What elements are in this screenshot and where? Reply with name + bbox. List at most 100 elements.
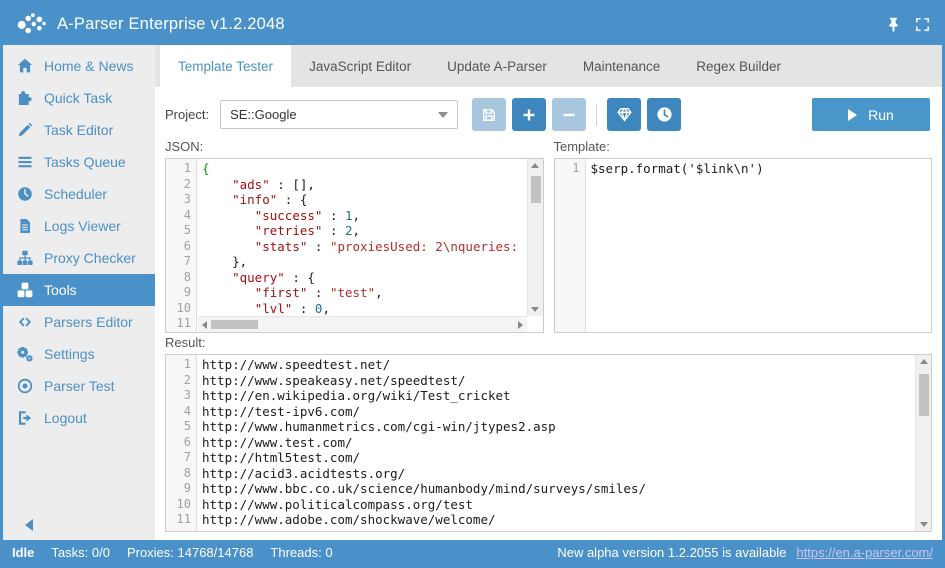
app-window: A-Parser Enterprise v1.2.2048 Home & New… (0, 0, 945, 568)
project-label: Project: (165, 107, 209, 122)
tab-javascript-editor[interactable]: JavaScript Editor (291, 45, 429, 87)
result-code-area[interactable]: http://www.speedtest.net/http://www.spea… (197, 355, 915, 531)
minus-icon (561, 107, 577, 123)
template-code-area[interactable]: $serp.format('$link\n') (586, 159, 932, 332)
code-line: "stats" : "proxiesUsed: 2\nqueries: 1\nr (202, 239, 527, 255)
run-button[interactable]: Run (812, 98, 930, 131)
scroll-down-arrow[interactable] (531, 307, 539, 312)
json-code-area[interactable]: { "ads" : [], "info" : { "success" : 1, … (197, 159, 527, 332)
line-number: 2 (166, 373, 191, 389)
json-editor-vscrollbar[interactable] (527, 159, 543, 316)
vscroll-thumb[interactable] (531, 176, 541, 203)
status-proxies: Proxies: 14768/14768 (127, 545, 253, 560)
sidebar-item-quick-task[interactable]: Quick Task (3, 82, 155, 114)
tab-template-tester[interactable]: Template Tester (160, 45, 291, 87)
chevron-down-icon (438, 112, 448, 118)
sidebar-item-label: Parsers Editor (44, 314, 133, 330)
sidebar-item-tasks-queue[interactable]: Tasks Queue (3, 146, 155, 178)
sidebar-item-settings[interactable]: Settings (3, 338, 155, 370)
sidebar-item-logout[interactable]: Logout (3, 402, 155, 434)
sitemap-icon (16, 250, 34, 266)
line-number: 10 (166, 497, 191, 513)
remove-project-button[interactable] (552, 98, 586, 131)
code-line: "lvl" : 0, (202, 301, 527, 317)
result-editor[interactable]: 1234567891011 http://www.speedtest.net/h… (165, 354, 932, 532)
code-line: http://www.bbc.co.uk/science/humanbody/m… (202, 481, 915, 497)
template-label: Template: (554, 139, 933, 154)
line-number: 6 (166, 239, 191, 255)
code-line: "ads" : [], (202, 177, 527, 193)
line-number: 10 (166, 301, 191, 317)
json-editor-hscrollbar[interactable] (198, 316, 527, 332)
code-line: http://acid3.acidtests.org/ (202, 466, 915, 482)
play-icon (848, 109, 857, 121)
gem-icon (616, 106, 633, 123)
tab-update-a-parser[interactable]: Update A-Parser (429, 45, 565, 87)
sidebar-collapse-button[interactable] (25, 519, 33, 531)
vscroll-thumb[interactable] (919, 374, 929, 416)
scroll-left-arrow[interactable] (202, 321, 207, 329)
sidebar-item-label: Scheduler (44, 186, 107, 202)
save-project-button[interactable] (472, 98, 506, 131)
code-line: "info" : { (202, 192, 527, 208)
gears-icon (16, 346, 34, 362)
scroll-up-arrow[interactable] (531, 163, 539, 168)
line-number: 11 (166, 316, 191, 332)
editors-row: JSON: 1234567891011 { "ads" : [], "info"… (165, 137, 932, 333)
sidebar-item-tools[interactable]: Tools (3, 274, 155, 306)
template-editor[interactable]: 1 $serp.format('$link\n') (554, 158, 933, 333)
file-icon (16, 218, 34, 234)
fullscreen-icon[interactable] (915, 17, 930, 32)
sidebar-item-logs-viewer[interactable]: Logs Viewer (3, 210, 155, 242)
line-number: 7 (166, 254, 191, 270)
pencil-icon (16, 122, 34, 138)
list-icon (16, 154, 34, 170)
status-tasks: Tasks: 0/0 (51, 545, 110, 560)
line-number: 4 (166, 404, 191, 420)
code-line: http://www.speedtest.net/ (202, 357, 915, 373)
tab-regex-builder[interactable]: Regex Builder (678, 45, 799, 87)
update-link[interactable]: https://en.a-parser.com/ (796, 545, 933, 560)
sidebar-item-parsers-editor[interactable]: Parsers Editor (3, 306, 155, 338)
result-vscrollbar[interactable] (915, 355, 931, 531)
line-number: 3 (166, 192, 191, 208)
sidebar-item-proxy-checker[interactable]: Proxy Checker (3, 242, 155, 274)
line-number: 8 (166, 270, 191, 286)
project-select[interactable]: SE::Google (220, 100, 458, 129)
clock-icon (16, 186, 34, 202)
sidebar-item-label: Tasks Queue (44, 154, 126, 170)
scroll-right-arrow[interactable] (518, 321, 523, 329)
scroll-up-arrow[interactable] (920, 359, 928, 364)
json-editor[interactable]: 1234567891011 { "ads" : [], "info" : { "… (165, 158, 544, 333)
logout-icon (16, 410, 34, 426)
sidebar-item-label: Logs Viewer (44, 218, 121, 234)
sidebar-item-task-editor[interactable]: Task Editor (3, 114, 155, 146)
history-button[interactable] (647, 98, 681, 131)
gem-button[interactable] (607, 98, 641, 131)
bullseye-icon (16, 378, 34, 394)
scroll-down-arrow[interactable] (920, 522, 928, 527)
run-button-label: Run (868, 107, 894, 123)
floppy-icon (481, 107, 497, 123)
tab-maintenance[interactable]: Maintenance (565, 45, 678, 87)
sidebar: Home & NewsQuick TaskTask Editor Tasks Qu… (3, 45, 155, 540)
json-label: JSON: (165, 139, 544, 154)
code-line: http://html5test.com/ (202, 450, 915, 466)
code-line: http://www.politicalcompass.org/test (202, 497, 915, 513)
content-area: Template TesterJavaScript EditorUpdate A… (155, 45, 942, 540)
hscroll-thumb[interactable] (211, 320, 258, 329)
pin-icon[interactable] (886, 17, 901, 32)
code-line: http://www.adobe.com/shockwave/welcome/ (202, 512, 915, 528)
line-number: 5 (166, 223, 191, 239)
line-number: 5 (166, 419, 191, 435)
toolbar: Project: SE::Google (165, 92, 932, 137)
main-area: Home & NewsQuick TaskTask Editor Tasks Qu… (3, 45, 942, 540)
add-project-button[interactable] (512, 98, 546, 131)
code-line: "query" : { (202, 270, 527, 286)
sidebar-item-parser-test[interactable]: Parser Test (3, 370, 155, 402)
code-line: http://www.humanmetrics.com/cgi-win/jtyp… (202, 419, 915, 435)
sidebar-item-scheduler[interactable]: Scheduler (3, 178, 155, 210)
puzzle-icon (16, 90, 34, 106)
sidebar-item-home-news[interactable]: Home & News (3, 50, 155, 82)
line-number: 9 (166, 481, 191, 497)
